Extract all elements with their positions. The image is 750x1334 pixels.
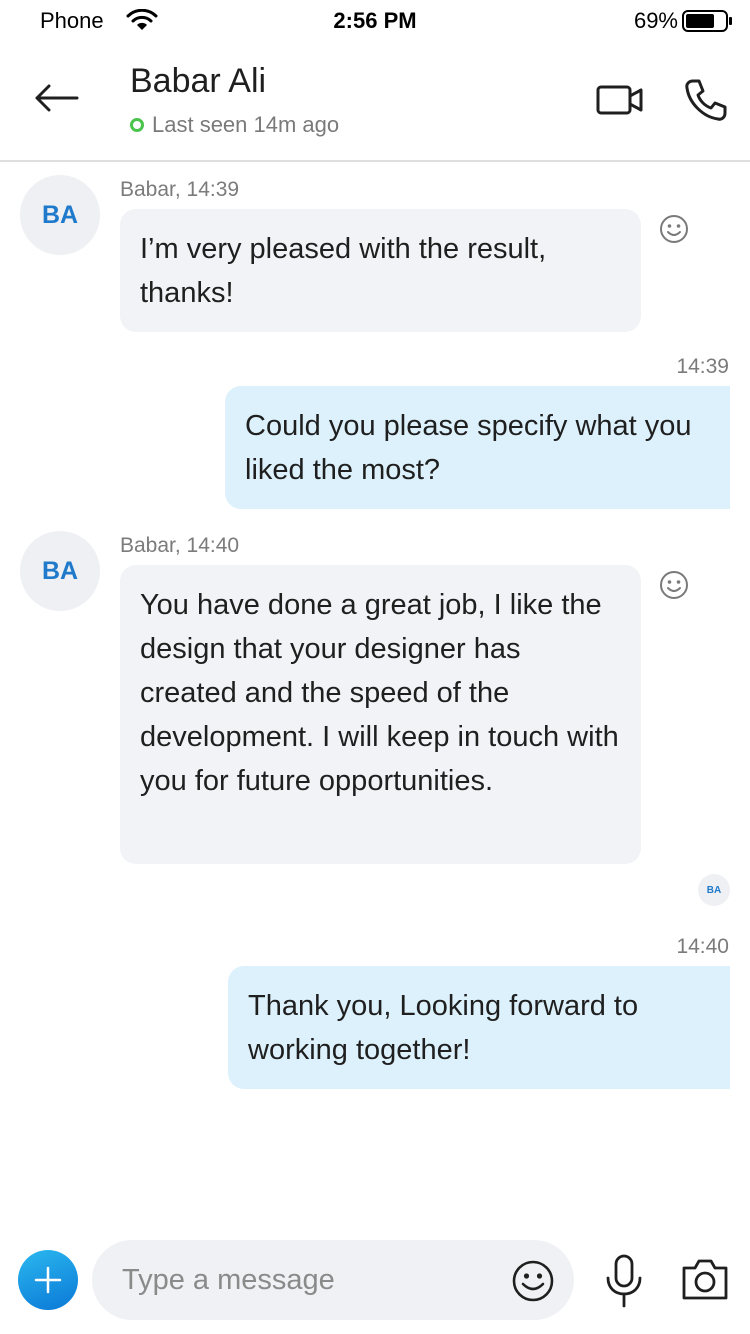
message-meta: 14:39	[676, 355, 729, 378]
battery-percent: 69%	[633, 8, 678, 33]
message-input[interactable]	[122, 1258, 502, 1302]
camera-icon[interactable]	[680, 1256, 730, 1302]
battery-icon	[682, 10, 732, 32]
plus-icon	[34, 1266, 62, 1294]
status-bar: Phone 2:56 PM 69%	[0, 0, 750, 42]
smiley-icon[interactable]	[658, 213, 690, 245]
message-meta: Babar, 14:39	[120, 178, 240, 201]
smiley-icon[interactable]	[510, 1258, 556, 1304]
smiley-icon[interactable]	[658, 569, 690, 601]
presence-status: Last seen 14m ago	[130, 112, 339, 138]
contact-name[interactable]: Babar Ali	[130, 62, 266, 101]
message-bubble-incoming[interactable]: You have done a great job, I like the de…	[120, 565, 641, 864]
message-bubble-outgoing[interactable]: Thank you, Looking forward to working to…	[228, 966, 730, 1089]
message-composer	[92, 1240, 574, 1320]
microphone-icon[interactable]	[602, 1254, 646, 1308]
message-meta: 14:40	[676, 935, 729, 958]
avatar[interactable]: BA	[20, 531, 100, 611]
presence-text: Last seen 14m ago	[152, 112, 340, 137]
video-camera-icon[interactable]	[596, 82, 644, 118]
message-bubble-outgoing[interactable]: Could you please specify what you liked …	[225, 386, 730, 509]
add-button[interactable]	[18, 1250, 78, 1310]
phone-icon[interactable]	[684, 78, 728, 122]
back-button[interactable]	[30, 78, 82, 118]
message-meta: Babar, 14:40	[120, 534, 240, 557]
online-status-icon	[130, 118, 144, 132]
arrow-left-icon	[35, 84, 79, 112]
avatar[interactable]: BA	[20, 175, 100, 255]
message-bubble-incoming[interactable]: I’m very pleased with the result, thanks…	[120, 209, 641, 332]
read-receipt-avatar: BA	[698, 874, 730, 906]
chat-header: Babar Ali Last seen 14m ago	[0, 42, 750, 162]
